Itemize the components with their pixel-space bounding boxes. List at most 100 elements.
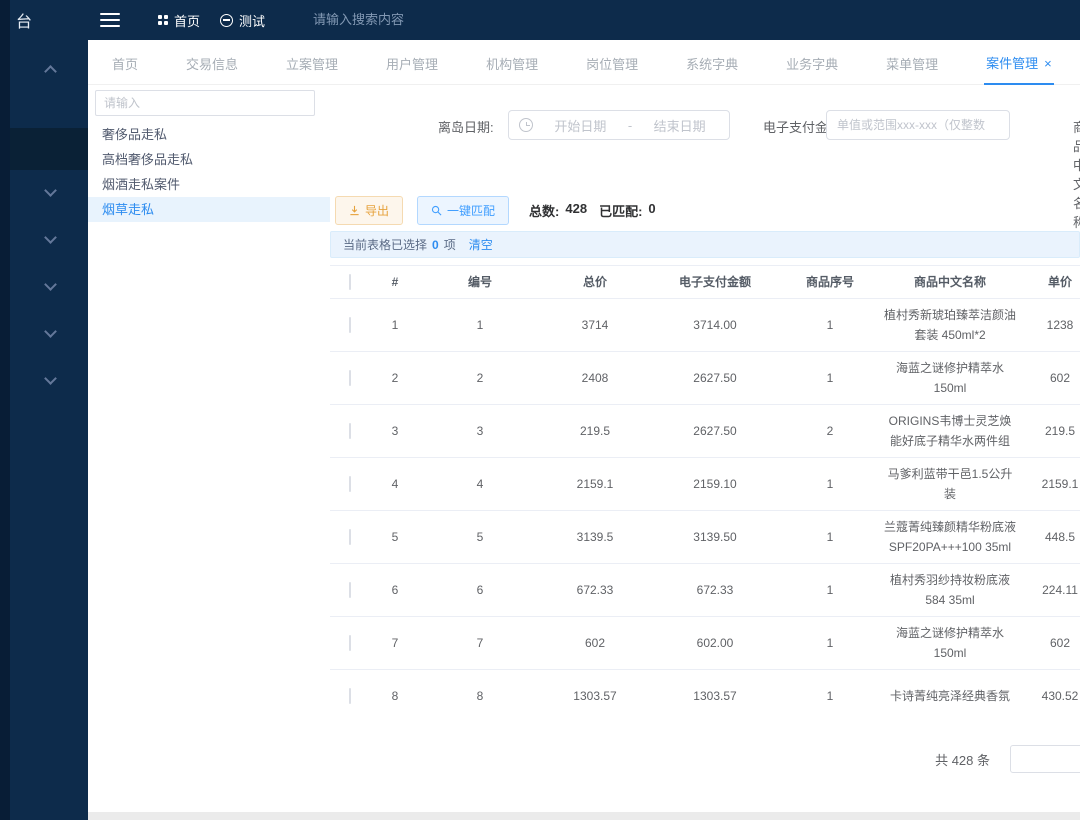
cell-epay: 2159.10 [650,468,780,500]
row-checkbox[interactable] [349,317,351,333]
hamburger-menu-icon[interactable] [100,13,120,27]
cell-total: 3139.5 [540,521,650,553]
tab-label: 用户管理 [386,57,438,72]
tab-close-icon[interactable]: × [1044,56,1052,71]
app-logo: 台 [16,8,96,32]
column-header: 电子支付金额 [650,270,780,294]
selection-text: 当前表格已选择 [343,236,427,253]
cell-name: 卡诗菁纯亮泽经典香氛 [880,680,1020,707]
row-checkbox[interactable] [349,582,351,598]
category-item[interactable]: 奢侈品走私 [88,122,330,147]
table-row: 553139.53139.501兰蔻菁纯臻颜精华粉底液SPF20PA+++100… [330,511,1080,564]
export-button[interactable]: 导出 [335,196,403,225]
tab-立案管理[interactable]: 立案管理 [284,41,340,84]
nav-test-label: 测试 [239,11,265,30]
category-item[interactable]: 高档奢侈品走私 [88,147,330,172]
results-table: #编号总价电子支付金额商品序号商品中文名称单价1137143714.001植村秀… [330,265,1080,706]
amount-filter-input[interactable] [826,110,1010,140]
global-search [313,11,503,29]
tab-菜单管理[interactable]: 菜单管理 [884,41,940,84]
date-separator: - [628,118,632,133]
cell-name: 马爹利蓝带干邑1.5公升装 [880,458,1020,510]
table-toolbar: 导出 一键匹配 总数: 428 已匹配: 0 [330,190,1080,230]
row-checkbox[interactable] [349,635,351,651]
tab-岗位管理[interactable]: 岗位管理 [584,41,640,84]
column-header: 商品序号 [780,270,880,294]
left-edge-strip [0,0,10,820]
select-all-checkbox[interactable] [349,274,351,290]
footer-total-count: 共 428 条 [935,750,990,769]
table-header-row: #编号总价电子支付金额商品序号商品中文名称单价 [330,266,1080,299]
nav-home[interactable]: 首页 [158,11,200,30]
cell-total: 1303.57 [540,680,650,707]
cell-index: 3 [370,415,420,447]
page-size-select[interactable] [1010,745,1080,773]
chevron-down-icon[interactable] [44,325,57,338]
download-icon [349,205,360,216]
cell-index: 8 [370,680,420,707]
cell-total: 3714 [540,309,650,341]
table-row: 77602602.001海蓝之谜修护精萃水 150ml602 [330,617,1080,670]
one-key-match-button[interactable]: 一键匹配 [417,196,509,225]
cell-index: 7 [370,627,420,659]
cell-index: 6 [370,574,420,606]
minus-circle-icon [220,14,233,27]
cell-seq: 1 [780,468,880,500]
chevron-down-icon[interactable] [44,184,57,197]
tab-label: 系统字典 [686,57,738,72]
tab-用户管理[interactable]: 用户管理 [384,41,440,84]
nav-test[interactable]: 测试 [220,11,265,30]
tab-label: 菜单管理 [886,57,938,72]
tab-业务字典[interactable]: 业务字典 [784,41,840,84]
filter-row: 离岛日期: 开始日期 - 结束日期 电子支付金额: 商品中文名称: [330,85,1080,185]
tab-label: 岗位管理 [586,57,638,72]
clock-icon [519,118,533,132]
tab-机构管理[interactable]: 机构管理 [484,41,540,84]
row-checkbox[interactable] [349,423,351,439]
chevron-down-icon[interactable] [44,278,57,291]
clear-selection-link[interactable]: 清空 [469,236,493,253]
category-panel: 奢侈品走私高档奢侈品走私烟酒走私案件烟草走私 [88,85,330,820]
table-row: 442159.12159.101马爹利蓝带干邑1.5公升装2159.1 [330,458,1080,511]
cell-code: 8 [420,680,540,707]
cell-seq: 1 [780,680,880,707]
chevron-down-icon[interactable] [44,372,57,385]
date-end-placeholder: 结束日期 [640,116,719,135]
cell-code: 2 [420,362,540,394]
row-checkbox[interactable] [349,529,351,545]
category-list: 奢侈品走私高档奢侈品走私烟酒走私案件烟草走私 [88,122,330,222]
cell-epay: 2627.50 [650,415,780,447]
chevron-down-icon[interactable] [44,231,57,244]
tab-交易信息[interactable]: 交易信息 [184,41,240,84]
tab-案件管理[interactable]: 案件管理× [984,40,1054,85]
table-footer: 共 428 条 [330,740,1080,780]
row-checkbox[interactable] [349,370,351,386]
global-search-input[interactable] [313,12,503,27]
category-search-input[interactable] [95,90,315,116]
cell-index: 2 [370,362,420,394]
date-filter-label: 离岛日期: [438,117,494,136]
matched-value: 0 [648,201,655,220]
cell-unit: 602 [1020,362,1080,394]
cell-name: 海蓝之谜修护精萃水 150ml [880,617,1020,669]
row-checkbox[interactable] [349,476,351,492]
date-range-picker[interactable]: 开始日期 - 结束日期 [508,110,730,140]
cell-total: 602 [540,627,650,659]
column-header: 编号 [420,270,540,294]
chevron-up-icon[interactable] [44,65,57,78]
tab-label: 机构管理 [486,57,538,72]
cell-unit: 1238 [1020,309,1080,341]
category-item[interactable]: 烟酒走私案件 [88,172,330,197]
category-item[interactable]: 烟草走私 [88,197,330,222]
main-area: 首页交易信息立案管理用户管理机构管理岗位管理系统字典业务字典菜单管理案件管理× … [88,40,1080,820]
row-checkbox[interactable] [349,688,351,704]
cell-unit: 2159.1 [1020,468,1080,500]
cell-total: 2408 [540,362,650,394]
sidebar-selected-item[interactable] [10,128,88,170]
tab-首页[interactable]: 首页 [110,41,140,84]
cell-code: 7 [420,627,540,659]
tab-系统字典[interactable]: 系统字典 [684,41,740,84]
cell-name: 兰蔻菁纯臻颜精华粉底液SPF20PA+++100 35ml [880,511,1020,563]
grid-icon [158,15,168,25]
cell-index: 5 [370,521,420,553]
